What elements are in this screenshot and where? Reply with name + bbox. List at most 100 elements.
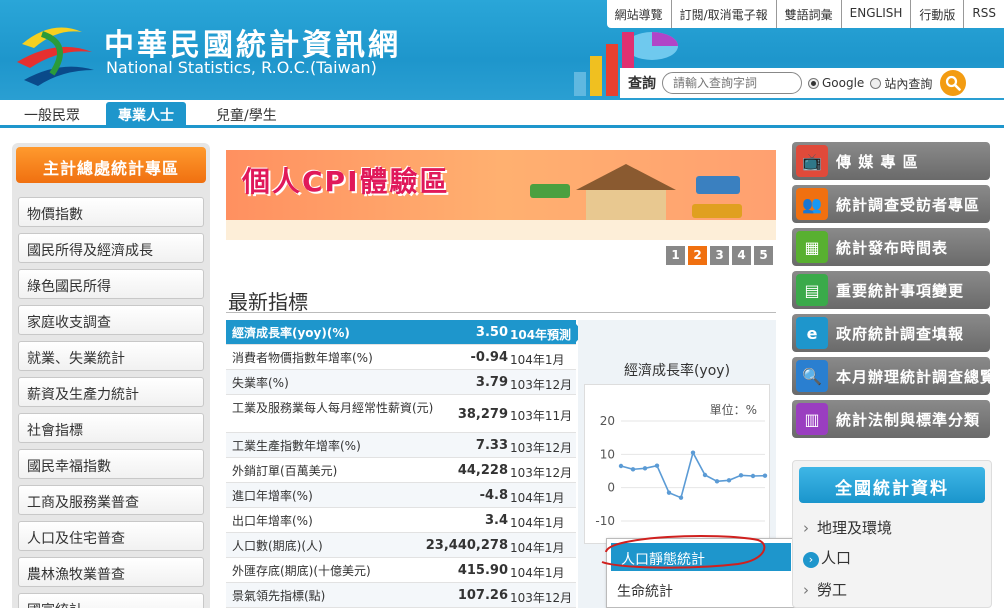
sidebar-item-household-survey[interactable]: 家庭收支調查 [18, 305, 204, 335]
data-point [702, 472, 708, 478]
data-point [750, 473, 756, 479]
data-point [738, 473, 744, 478]
indicator-date: 104年1月 [510, 566, 565, 580]
sidebar-item-happiness-index[interactable]: 國民幸福指數 [18, 449, 204, 479]
sidebar-item-population-census[interactable]: 人口及住宅普查 [18, 521, 204, 551]
series-line [620, 450, 766, 499]
indicator-row[interactable]: 外銷訂單(百萬美元) 44,228 103年12月 [226, 458, 576, 483]
indicator-value: 44,228 [457, 463, 508, 478]
link-rss[interactable]: RSS [963, 0, 1004, 28]
y-tick-label: 0 [607, 481, 615, 495]
chart-area: 單位：% 20 10 0 -10 [584, 384, 770, 544]
banner-pager: 1 2 3 4 5 [666, 246, 773, 265]
right-sidebar-button[interactable]: 👥 統計調查受訪者專區 [792, 185, 990, 223]
tab-professionals[interactable]: 專業人士 [106, 102, 186, 128]
data-point [678, 495, 684, 500]
indicator-date: 103年12月 [510, 466, 573, 480]
indicator-name: 出口年增率(%) [232, 514, 313, 528]
indicator-value: 23,440,278 [425, 538, 508, 553]
indicator-name: 失業率(%) [232, 376, 289, 390]
national-statistics-heading[interactable]: 全國統計資料 [799, 467, 985, 503]
y-tick-label: 20 [600, 414, 615, 428]
sidebar-item-green-income[interactable]: 綠色國民所得 [18, 269, 204, 299]
data-point [630, 467, 636, 472]
sidebar-item-wages[interactable]: 薪資及生產力統計 [18, 377, 204, 407]
indicator-name: 外匯存底(期底)(十億美元) [232, 564, 371, 578]
pager-page-2[interactable]: 2 [688, 246, 707, 265]
right-sidebar-button-label: 傳 媒 專 區 [836, 153, 919, 171]
logo-icon[interactable] [12, 14, 102, 92]
left-sidebar-heading[interactable]: 主計總處統計專區 [16, 147, 206, 183]
search-input[interactable] [662, 72, 802, 94]
indicators-title: 最新指標 [228, 290, 308, 314]
sidebar-item-national-wealth[interactable]: 國富統計 [18, 593, 204, 608]
sidebar-item-employment[interactable]: 就業、失業統計 [18, 341, 204, 371]
divider [226, 312, 776, 313]
right-sidebar-button-label: 統計發布時間表 [836, 239, 949, 257]
indicator-row[interactable]: 出口年增率(%) 3.4 104年1月 [226, 508, 576, 533]
right-sidebar-button-label: 統計法制與標準分類 [836, 411, 981, 429]
sidebar-item-national-income[interactable]: 國民所得及經濟成長 [18, 233, 204, 263]
indicator-row[interactable]: 工業及服務業每人每月經常性薪資(元) 38,279 103年11月 [226, 395, 576, 433]
chart-title: 經濟成長率(yoy) [623, 363, 731, 379]
link-english[interactable]: ENGLISH [840, 0, 911, 28]
chart-unit-label: 單位：% [709, 403, 757, 417]
pager-page-5[interactable]: 5 [754, 246, 773, 265]
radio-unselected-icon [870, 77, 882, 89]
indicator-row[interactable]: 失業率(%) 3.79 103年12月 [226, 370, 576, 395]
indicator-value: 3.4 [484, 513, 508, 528]
indicator-name: 進口年增率(%) [232, 489, 313, 503]
link-glossary[interactable]: 雙語詞彙 [775, 0, 841, 28]
right-sidebar-button[interactable]: ▥ 統計法制與標準分類 [792, 400, 990, 438]
right-sidebar-button-label: 統計調查受訪者專區 [836, 196, 981, 214]
sidebar-item-agriculture-census[interactable]: 農林漁牧業普查 [18, 557, 204, 587]
nation-item-geography[interactable]: › 地理及環境 [803, 517, 892, 538]
right-sidebar-button[interactable]: e 政府統計調查填報 [792, 314, 990, 352]
indicator-row[interactable]: 人口數(期底)(人) 23,440,278 104年1月 [226, 533, 576, 558]
indicator-row[interactable]: 進口年增率(%) -4.8 104年1月 [226, 483, 576, 508]
indicator-date: 103年11月 [510, 409, 573, 423]
tab-general-public[interactable]: 一般民眾 [12, 102, 92, 128]
pager-page-3[interactable]: 3 [710, 246, 729, 265]
pager-page-1[interactable]: 1 [666, 246, 685, 265]
audience-tabs: 一般民眾 專業人士 兒童/學生 [0, 100, 1004, 128]
right-sidebar-button[interactable]: 📺 傳 媒 專 區 [792, 142, 990, 180]
indicator-row[interactable]: 經濟成長率(yoy)(%) 3.50 104年預測 [226, 320, 584, 345]
indicator-row[interactable]: 消費者物價指數年增率(%) -0.94 104年1月 [226, 345, 576, 370]
calendar-icon: ▦ [796, 231, 828, 263]
indicator-row[interactable]: 工業生產指數年增率(%) 7.33 103年12月 [226, 433, 576, 458]
nation-item-labor[interactable]: › 勞工 [803, 579, 847, 600]
people-icon: 👥 [796, 188, 828, 220]
sidebar-item-social-indicators[interactable]: 社會指標 [18, 413, 204, 443]
right-sidebar-button[interactable]: ▤ 重要統計事項變更 [792, 271, 990, 309]
right-sidebar-button[interactable]: ▦ 統計發布時間表 [792, 228, 990, 266]
data-point [642, 466, 648, 471]
data-point [666, 490, 672, 495]
site-subtitle: National Statistics, R.O.C.(Taiwan) [106, 58, 377, 77]
menu-item-vital-statistics[interactable]: 生命統計 [617, 581, 673, 601]
pager-page-4[interactable]: 4 [732, 246, 751, 265]
books-icon: ▥ [796, 403, 828, 435]
indicator-value: 38,279 [457, 407, 508, 422]
search-label: 查詢 [628, 76, 656, 92]
sidebar-item-price-index[interactable]: 物價指數 [18, 197, 204, 227]
nation-item-population[interactable]: › 人口 [803, 547, 851, 568]
tab-children-students[interactable]: 兒童/學生 [204, 102, 289, 128]
radio-site-search[interactable]: 站內查詢 [870, 75, 932, 92]
link-mobile[interactable]: 行動版 [910, 0, 963, 28]
link-sitemap[interactable]: 網站導覽 [607, 0, 671, 28]
sidebar-item-industry-census[interactable]: 工商及服務業普查 [18, 485, 204, 515]
radio-selected-icon [808, 77, 819, 89]
chevron-right-icon: › [803, 552, 819, 568]
indicator-value: 3.50 [475, 325, 508, 340]
indicator-row[interactable]: 景氣領先指標(點) 107.26 103年12月 [226, 583, 576, 608]
right-sidebar-button-label: 政府統計調查填報 [836, 325, 965, 343]
right-sidebar-button-label: 重要統計事項變更 [836, 282, 965, 300]
indicator-row[interactable]: 外匯存底(期底)(十億美元) 415.90 104年1月 [226, 558, 576, 583]
radio-google[interactable]: Google [808, 76, 864, 90]
promo-banner[interactable]: 個人CPI體驗區 [226, 150, 776, 240]
link-newsletter[interactable]: 訂閱/取消電子報 [670, 0, 776, 28]
search-button[interactable] [940, 70, 967, 96]
right-sidebar-button[interactable]: 🔍 本月辦理統計調查總覽 [792, 357, 995, 395]
indicator-name: 外銷訂單(百萬美元) [232, 464, 338, 478]
